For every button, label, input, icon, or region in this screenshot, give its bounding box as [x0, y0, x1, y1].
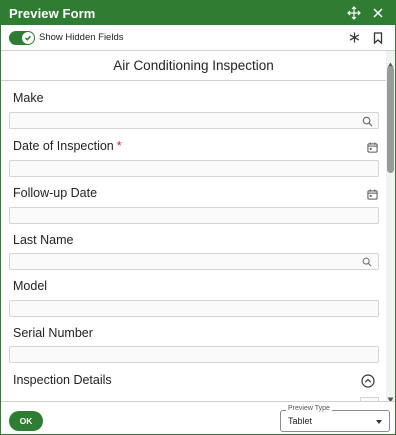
- last-name-label: Last Name: [13, 233, 74, 247]
- scroll-down-arrow-icon[interactable]: [387, 390, 394, 403]
- serial-number-label: Serial Number: [13, 326, 93, 340]
- follow-up-date-label: Follow-up Date: [13, 186, 98, 200]
- form-title: Air Conditioning Inspection: [1, 51, 386, 81]
- toggle-knob: [22, 31, 34, 44]
- preview-toolbar: Show Hidden Fields: [1, 25, 395, 51]
- date-of-inspection-text: Date of Inspection: [13, 139, 114, 153]
- follow-up-date-input[interactable]: [9, 207, 379, 224]
- required-asterisk: *: [116, 139, 122, 153]
- chevron-down-icon: [376, 420, 382, 424]
- scroll-up-arrow-icon[interactable]: [387, 55, 394, 68]
- serial-number-input[interactable]: [9, 346, 379, 363]
- form-content: Air Conditioning Inspection Make Date of…: [1, 51, 386, 401]
- model-label: Model: [13, 279, 48, 293]
- asterisk-icon[interactable]: [345, 29, 363, 47]
- make-label: Make: [13, 91, 44, 105]
- scroll-thumb[interactable]: [387, 66, 394, 173]
- move-icon[interactable]: [345, 4, 363, 22]
- last-name-input[interactable]: [9, 253, 379, 270]
- show-hidden-fields-toggle[interactable]: [9, 30, 35, 45]
- ok-button[interactable]: OK: [9, 411, 43, 431]
- preview-type-value: Tablet: [288, 416, 313, 426]
- date-of-inspection-label: Date of Inspection *: [13, 139, 122, 153]
- calendar-icon[interactable]: [366, 188, 378, 200]
- search-icon[interactable]: [361, 256, 373, 268]
- title-bar: Preview Form: [1, 1, 395, 25]
- close-icon[interactable]: [369, 4, 387, 22]
- search-icon[interactable]: [361, 115, 373, 127]
- model-input[interactable]: [9, 300, 379, 317]
- window-title: Preview Form: [9, 5, 96, 21]
- inspection-details-label: Inspection Details: [13, 373, 112, 387]
- date-of-inspection-input[interactable]: [9, 160, 379, 177]
- footer-bar: OK Preview Type Tablet: [1, 401, 395, 434]
- calendar-icon[interactable]: [366, 141, 378, 153]
- vertical-scrollbar[interactable]: [386, 51, 395, 403]
- show-hidden-fields-label: Show Hidden Fields: [39, 32, 124, 43]
- preview-type-legend: Preview Type: [286, 405, 332, 412]
- preview-type-select[interactable]: Preview Type Tablet: [280, 405, 390, 432]
- preview-form-window: Preview Form Show Hidden Fields Air Cond…: [0, 0, 396, 435]
- make-input[interactable]: [9, 112, 379, 129]
- bookmark-icon[interactable]: [369, 29, 387, 47]
- collapse-up-icon[interactable]: [361, 374, 375, 388]
